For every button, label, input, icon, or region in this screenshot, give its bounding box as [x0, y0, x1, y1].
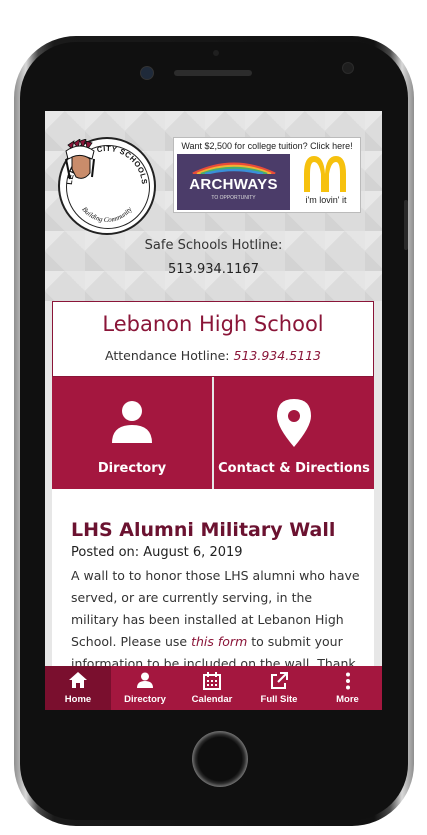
- person-icon: [112, 401, 152, 443]
- calendar-icon: [203, 672, 221, 690]
- bottom-tab-bar: Home Directory Calendar Full Site More: [45, 666, 382, 710]
- school-district-logo[interactable]: LEBANON CITY SCHOOLS Building Community: [58, 137, 156, 235]
- side-button: [404, 200, 408, 250]
- article-date: Posted on: August 6, 2019: [71, 545, 243, 560]
- proximity-sensor: [342, 62, 354, 74]
- tab-full-site[interactable]: Full Site: [246, 666, 312, 710]
- ad-brand-text: ARCHWAYS: [189, 176, 278, 193]
- home-icon: [69, 672, 87, 688]
- tab-home[interactable]: Home: [45, 666, 111, 710]
- sensor-dot: [213, 50, 219, 56]
- ad-slogan: i'm lovin' it: [305, 195, 347, 205]
- rainbow-arch-icon: [192, 162, 276, 174]
- tab-home-label: Home: [64, 694, 92, 705]
- tab-full-site-label: Full Site: [260, 694, 298, 705]
- contact-directions-tile-label: Contact & Directions: [218, 461, 370, 476]
- attendance-hotline-link[interactable]: 513.934.5113: [234, 348, 321, 363]
- safe-schools-hotline-number[interactable]: 513.934.1167: [45, 262, 382, 277]
- archways-banner: ARCHWAYS TO OPPORTUNITY: [177, 154, 290, 210]
- attendance-hotline-label: Attendance Hotline:: [105, 348, 230, 363]
- directory-tile[interactable]: Directory: [52, 377, 212, 489]
- article-body: A wall to to honor those LHS alumni who …: [71, 565, 361, 675]
- front-camera: [140, 66, 154, 80]
- tab-more-label: More: [336, 694, 359, 705]
- ad-headline: Want $2,500 for college tuition? Click h…: [181, 141, 353, 151]
- tab-directory-label: Directory: [124, 694, 166, 705]
- chief-head-logo-icon: [65, 139, 95, 180]
- person-icon: [137, 672, 153, 688]
- app-screen: LEBANON CITY SCHOOLS Building Community …: [45, 111, 382, 710]
- external-link-icon: [271, 672, 288, 689]
- ad-brand-subtext: TO OPPORTUNITY: [211, 195, 256, 201]
- directory-tile-label: Directory: [97, 461, 167, 476]
- more-vertical-icon: [345, 672, 350, 690]
- tab-calendar[interactable]: Calendar: [179, 666, 245, 710]
- contact-directions-tile[interactable]: Contact & Directions: [214, 377, 374, 489]
- safe-schools-hotline-label: Safe Schools Hotline:: [144, 238, 283, 253]
- attendance-hotline: Attendance Hotline: 513.934.5113: [53, 348, 373, 363]
- tab-more[interactable]: More: [313, 666, 382, 710]
- home-hardware-button[interactable]: [192, 731, 248, 787]
- hero-banner: LEBANON CITY SCHOOLS Building Community …: [45, 111, 382, 301]
- map-pin-icon: [277, 399, 311, 447]
- article-form-link[interactable]: this form: [191, 634, 247, 649]
- golden-arches-icon: [304, 156, 346, 192]
- school-header-card: Lebanon High School Attendance Hotline: …: [52, 301, 374, 377]
- mcdonalds-archways-ad[interactable]: Want $2,500 for college tuition? Click h…: [173, 137, 361, 213]
- tab-directory[interactable]: Directory: [112, 666, 178, 710]
- earpiece: [174, 70, 252, 76]
- tab-calendar-label: Calendar: [191, 694, 233, 705]
- article-title[interactable]: LHS Alumni Military Wall: [71, 519, 335, 541]
- school-name: Lebanon High School: [102, 312, 324, 336]
- svg-text:Building Community: Building Community: [80, 205, 134, 224]
